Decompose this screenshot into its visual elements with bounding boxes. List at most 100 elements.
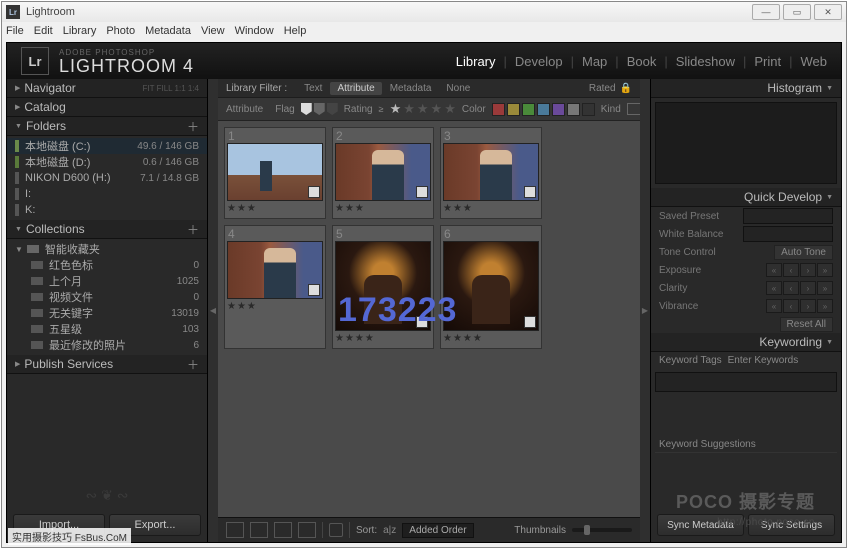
folder-row[interactable]: 本地磁盘 (C:)49.6 / 146 GB: [7, 138, 207, 154]
rating-stars[interactable]: ★★★: [227, 299, 323, 312]
menu-view[interactable]: View: [201, 25, 225, 37]
thumbnail-cell[interactable]: 5★★★★: [332, 225, 434, 349]
view-loupe-icon[interactable]: [250, 522, 268, 538]
module-print[interactable]: Print: [754, 54, 781, 69]
vibrance-inc2[interactable]: »: [817, 299, 833, 313]
module-develop[interactable]: Develop: [515, 54, 563, 69]
module-library[interactable]: Library: [456, 54, 496, 69]
reset-all-button[interactable]: Reset All: [780, 317, 833, 332]
rating-stars[interactable]: ★★★★: [443, 331, 539, 344]
maximize-button[interactable]: ▭: [783, 4, 811, 20]
menu-metadata[interactable]: Metadata: [145, 25, 191, 37]
folder-row[interactable]: NIKON D600 (H:)7.1 / 14.8 GB: [7, 170, 207, 186]
collection-row[interactable]: 无关键字13019: [7, 305, 207, 321]
thumbnail-image[interactable]: [335, 241, 431, 331]
filter-tab-text[interactable]: Text: [297, 82, 329, 95]
sort-dropdown[interactable]: Added Order: [402, 523, 473, 538]
module-book[interactable]: Book: [627, 54, 657, 69]
thumbnail-image[interactable]: [443, 143, 539, 201]
color-swatch[interactable]: [552, 103, 565, 116]
publish-panel-header[interactable]: ▶ Publish Services ＋: [7, 355, 207, 374]
module-slideshow[interactable]: Slideshow: [676, 54, 735, 69]
sync-metadata-button[interactable]: Sync Metadata: [657, 514, 744, 536]
thumbnail-grid[interactable]: 1★★★2★★★3★★★4★★★5★★★★6★★★★ 173223: [218, 121, 640, 517]
white-balance-dropdown[interactable]: [743, 226, 833, 242]
thumbnail-size-slider[interactable]: [572, 528, 632, 532]
menu-edit[interactable]: Edit: [34, 25, 53, 37]
flag-reject-icon[interactable]: [327, 103, 338, 115]
menu-photo[interactable]: Photo: [106, 25, 135, 37]
exposure-dec2[interactable]: «: [766, 263, 782, 277]
folder-row[interactable]: K:: [7, 202, 207, 218]
navigator-panel-header[interactable]: ▶ Navigator FIT FILL 1:1 1:4: [7, 79, 207, 98]
color-swatch[interactable]: [507, 103, 520, 116]
keyword-tags-dropdown[interactable]: Enter Keywords: [728, 355, 828, 366]
painter-icon[interactable]: [329, 523, 343, 537]
clarity-dec2[interactable]: «: [766, 281, 782, 295]
close-button[interactable]: ✕: [814, 4, 842, 20]
collection-row[interactable]: 视频文件0: [7, 289, 207, 305]
clarity-inc[interactable]: ›: [800, 281, 816, 295]
add-publish-button[interactable]: ＋: [187, 356, 199, 373]
exposure-inc[interactable]: ›: [800, 263, 816, 277]
menu-window[interactable]: Window: [235, 25, 274, 37]
color-swatch[interactable]: [522, 103, 535, 116]
module-map[interactable]: Map: [582, 54, 607, 69]
collection-row[interactable]: 红色色标0: [7, 257, 207, 273]
collections-panel-header[interactable]: ▼ Collections ＋: [7, 220, 207, 239]
view-survey-icon[interactable]: [298, 522, 316, 538]
keyword-input[interactable]: [655, 372, 837, 392]
navigator-zoom-opts[interactable]: FIT FILL 1:1 1:4: [143, 84, 199, 93]
filter-rated-label[interactable]: Rated: [589, 83, 616, 94]
menu-library[interactable]: Library: [63, 25, 97, 37]
exposure-inc2[interactable]: »: [817, 263, 833, 277]
rating-star-5[interactable]: ★: [444, 101, 456, 117]
rating-star-3[interactable]: ★: [417, 101, 429, 117]
filter-tab-metadata[interactable]: Metadata: [383, 82, 439, 95]
collection-row[interactable]: 上个月1025: [7, 273, 207, 289]
view-grid-icon[interactable]: [226, 522, 244, 538]
clarity-inc2[interactable]: »: [817, 281, 833, 295]
thumbnail-cell[interactable]: 1★★★: [224, 127, 326, 219]
right-panel-collapse[interactable]: ▶: [640, 79, 650, 542]
vibrance-dec[interactable]: ‹: [783, 299, 799, 313]
catalog-panel-header[interactable]: ▶ Catalog: [7, 98, 207, 117]
view-compare-icon[interactable]: [274, 522, 292, 538]
add-collection-button[interactable]: ＋: [187, 221, 199, 238]
clarity-dec[interactable]: ‹: [783, 281, 799, 295]
folder-row[interactable]: 本地磁盘 (D:)0.6 / 146 GB: [7, 154, 207, 170]
thumbnail-image[interactable]: [227, 241, 323, 299]
flag-unflagged-icon[interactable]: [314, 103, 325, 115]
flag-pick-icon[interactable]: [301, 103, 312, 115]
color-swatch[interactable]: [537, 103, 550, 116]
quick-develop-header[interactable]: Quick Develop ▼: [651, 188, 841, 207]
smart-collection-set[interactable]: ▼智能收藏夹: [7, 241, 207, 257]
thumbnail-cell[interactable]: 3★★★: [440, 127, 542, 219]
thumbnail-image[interactable]: [335, 143, 431, 201]
color-swatch[interactable]: [567, 103, 580, 116]
thumbnail-cell[interactable]: 4★★★: [224, 225, 326, 349]
filter-tab-none[interactable]: None: [439, 82, 477, 95]
thumbnail-image[interactable]: [227, 143, 323, 201]
auto-tone-button[interactable]: Auto Tone: [774, 245, 833, 260]
kind-master-icon[interactable]: [627, 103, 641, 115]
exposure-dec[interactable]: ‹: [783, 263, 799, 277]
rating-stars[interactable]: ★★★★: [335, 331, 431, 344]
vibrance-inc[interactable]: ›: [800, 299, 816, 313]
keywording-header[interactable]: Keywording ▼: [651, 333, 841, 352]
rating-star-2[interactable]: ★: [403, 101, 415, 117]
folders-panel-header[interactable]: ▼ Folders ＋: [7, 117, 207, 136]
rating-op[interactable]: ≥: [379, 104, 384, 114]
saved-preset-dropdown[interactable]: [743, 208, 833, 224]
left-panel-collapse[interactable]: ◀: [208, 79, 218, 542]
rating-stars[interactable]: ★★★: [443, 201, 539, 214]
collection-row[interactable]: 最近修改的照片6: [7, 337, 207, 353]
thumbnail-cell[interactable]: 6★★★★: [440, 225, 542, 349]
menu-file[interactable]: File: [6, 25, 24, 37]
menu-help[interactable]: Help: [284, 25, 307, 37]
folder-row[interactable]: I:: [7, 186, 207, 202]
module-web[interactable]: Web: [801, 54, 828, 69]
thumbnail-cell[interactable]: 2★★★: [332, 127, 434, 219]
rating-stars[interactable]: ★★★: [227, 201, 323, 214]
color-swatch[interactable]: [492, 103, 505, 116]
